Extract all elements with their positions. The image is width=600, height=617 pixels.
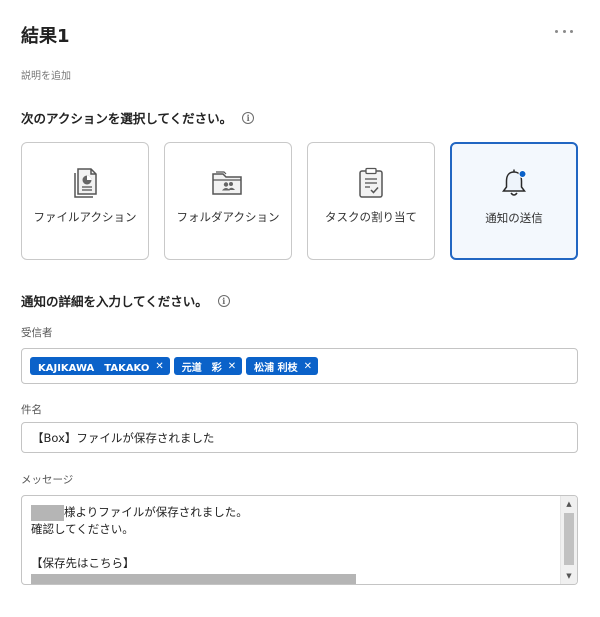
info-icon[interactable]: i — [242, 111, 255, 124]
recipient-chip[interactable]: KAJIKAWA TAKAKO ✕ — [30, 357, 170, 375]
card-folder-action[interactable]: フォルダアクション — [164, 142, 292, 260]
action-card-group: ファイルアクション フォルダアクション タスクの割り当て 通知の送信 — [21, 142, 578, 260]
card-task-assign[interactable]: タスクの割り当て — [307, 142, 435, 260]
card-send-notification-label: 通知の送信 — [485, 211, 543, 225]
remove-recipient-icon[interactable]: ✕ — [228, 361, 236, 372]
card-file-action[interactable]: ファイルアクション — [21, 142, 149, 260]
recipients-label: 受信者 — [21, 327, 53, 339]
file-chart-icon — [71, 167, 99, 199]
folder-users-icon — [211, 167, 245, 199]
action-heading-text: 次のアクションを選択してください。 — [21, 111, 233, 126]
message-line: 確認してください。 — [31, 522, 134, 536]
scroll-down-icon[interactable]: ▼ — [561, 569, 577, 583]
message-line: 【保存先はこちら】 — [31, 556, 135, 570]
detail-heading-text: 通知の詳細を入力してください。 — [21, 294, 208, 309]
message-scrollbar[interactable]: ▲ ▼ — [560, 496, 577, 584]
scroll-up-icon[interactable]: ▲ — [561, 497, 577, 511]
card-file-action-label: ファイルアクション — [33, 210, 137, 224]
subject-label: 件名 — [21, 404, 42, 416]
card-task-assign-label: タスクの割り当て — [325, 210, 417, 224]
add-description-link[interactable]: 説明を追加 — [21, 67, 71, 82]
recipient-chip-label: KAJIKAWA TAKAKO — [38, 362, 150, 374]
subject-input[interactable] — [21, 422, 578, 453]
info-icon[interactable]: i — [217, 294, 230, 307]
page-title: 結果1 — [21, 26, 70, 47]
message-textarea[interactable]: 様よりファイルが保存されました。 確認してください。 【保存先はこちら】 ▲ ▼ — [21, 495, 578, 585]
clipboard-check-icon — [357, 167, 385, 199]
detail-section-heading: 通知の詳細を入力してください。 i — [21, 291, 230, 310]
card-folder-action-label: フォルダアクション — [176, 210, 280, 224]
remove-recipient-icon[interactable]: ✕ — [155, 361, 163, 372]
redacted-link — [31, 574, 356, 584]
scroll-thumb[interactable] — [564, 513, 574, 565]
action-section-heading: 次のアクションを選択してください。 i — [21, 108, 255, 127]
remove-recipient-icon[interactable]: ✕ — [304, 361, 312, 372]
recipient-chip-label: 元道 彩 — [181, 362, 222, 374]
message-line: 様よりファイルが保存されました。 — [64, 505, 248, 519]
recipients-input[interactable]: KAJIKAWA TAKAKO ✕ 元道 彩 ✕ 松浦 利枝 ✕ — [21, 348, 578, 384]
recipient-chip[interactable]: 元道 彩 ✕ — [173, 357, 243, 375]
message-label: メッセージ — [21, 474, 74, 486]
recipient-chip[interactable]: 松浦 利枝 ✕ — [246, 357, 319, 375]
redacted-sender — [31, 504, 64, 521]
recipient-chip-label: 松浦 利枝 — [254, 362, 298, 374]
message-content: 様よりファイルが保存されました。 確認してください。 【保存先はこちら】 — [31, 504, 356, 584]
more-options-icon[interactable] — [552, 22, 576, 40]
bell-notification-icon — [499, 168, 529, 200]
card-send-notification[interactable]: 通知の送信 — [450, 142, 578, 260]
